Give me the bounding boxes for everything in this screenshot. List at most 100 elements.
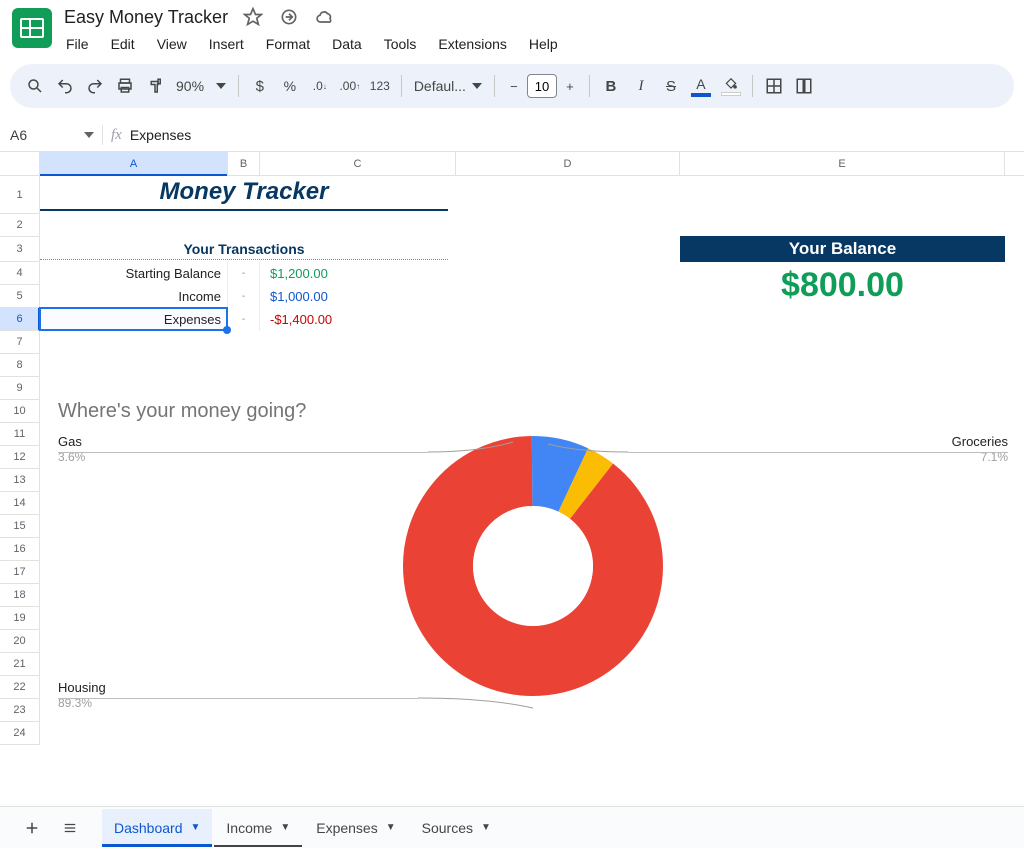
row-header[interactable]: 18: [0, 584, 40, 607]
percent-icon[interactable]: %: [275, 71, 305, 101]
italic-icon[interactable]: I: [626, 71, 656, 101]
move-icon[interactable]: [278, 6, 300, 28]
row-header[interactable]: 19: [0, 607, 40, 630]
menu-tools[interactable]: Tools: [374, 32, 427, 56]
balance-value: $800.00: [680, 266, 1005, 305]
chevron-down-icon[interactable]: ▼: [280, 822, 290, 833]
row-header[interactable]: 21: [0, 653, 40, 676]
transaction-label: Income: [40, 285, 228, 308]
menu-edit[interactable]: Edit: [101, 32, 145, 56]
currency-icon[interactable]: $: [245, 71, 275, 101]
row-header[interactable]: 3: [0, 237, 40, 262]
formula-input[interactable]: Expenses: [130, 127, 191, 143]
decrease-decimal-icon[interactable]: .0↓: [305, 71, 335, 101]
number-format-icon[interactable]: 123: [365, 71, 395, 101]
search-icon[interactable]: [20, 71, 50, 101]
transaction-label: Expenses: [40, 308, 228, 331]
print-icon[interactable]: [110, 71, 140, 101]
chevron-down-icon[interactable]: ▼: [386, 822, 396, 833]
chart-title: Where's your money going?: [58, 400, 306, 423]
merge-icon[interactable]: [789, 71, 819, 101]
all-sheets-icon[interactable]: [52, 810, 88, 846]
star-icon[interactable]: [242, 6, 264, 28]
donut-chart[interactable]: Gas3.6% Groceries7.1% Housing89.3%: [58, 426, 1008, 746]
balance-header: Your Balance: [680, 236, 1005, 262]
paint-format-icon[interactable]: [140, 71, 170, 101]
text-color-icon[interactable]: A: [686, 71, 716, 101]
row-header[interactable]: 8: [0, 354, 40, 377]
chevron-down-icon[interactable]: ▼: [481, 822, 491, 833]
column-header-c[interactable]: C: [260, 152, 456, 175]
menu-format[interactable]: Format: [256, 32, 320, 56]
tab-label: Income: [226, 820, 272, 836]
select-all-corner[interactable]: [0, 152, 40, 175]
row-header[interactable]: 4: [0, 262, 40, 285]
formula-bar-row: A6 fx Expenses: [0, 118, 1024, 152]
spreadsheet-grid[interactable]: A B C D E 123456789101112131415161718192…: [0, 152, 1024, 750]
font-family-select[interactable]: Defaul...: [408, 78, 488, 94]
tab-income[interactable]: Income ▼: [214, 809, 302, 847]
increase-decimal-icon[interactable]: .00↑: [335, 71, 365, 101]
add-sheet-icon[interactable]: [14, 810, 50, 846]
bold-icon[interactable]: B: [596, 71, 626, 101]
redo-icon[interactable]: [80, 71, 110, 101]
row-header[interactable]: 10: [0, 400, 40, 423]
fx-icon: fx: [103, 127, 130, 144]
chart-label-housing: Housing89.3%: [58, 680, 106, 710]
transaction-label: Starting Balance: [40, 262, 228, 285]
name-box[interactable]: A6: [0, 127, 102, 143]
row-header[interactable]: 16: [0, 538, 40, 561]
row-header[interactable]: 12: [0, 446, 40, 469]
sheet-tab-bar: Dashboard▼ Income ▼ Expenses▼ Sources▼: [0, 806, 1024, 848]
row-header[interactable]: 24: [0, 722, 40, 745]
tab-expenses[interactable]: Expenses▼: [304, 809, 407, 847]
row-header[interactable]: 15: [0, 515, 40, 538]
toolbar: 90% $ % .0↓ .00↑ 123 Defaul... − + B I S…: [10, 64, 1014, 108]
row-header[interactable]: 17: [0, 561, 40, 584]
undo-icon[interactable]: [50, 71, 80, 101]
row-header[interactable]: 9: [0, 377, 40, 400]
zoom-select[interactable]: 90%: [170, 78, 232, 94]
cloud-icon[interactable]: [314, 6, 336, 28]
chart-label-gas: Gas3.6%: [58, 434, 85, 464]
fill-color-icon[interactable]: [716, 71, 746, 101]
row-header[interactable]: 2: [0, 214, 40, 237]
tab-sources[interactable]: Sources▼: [410, 809, 503, 847]
menu-file[interactable]: File: [64, 32, 99, 56]
row-header[interactable]: 6: [0, 308, 40, 331]
column-header-d[interactable]: D: [456, 152, 680, 175]
menu-help[interactable]: Help: [519, 32, 568, 56]
font-family-value: Defaul...: [414, 78, 466, 94]
menu-insert[interactable]: Insert: [199, 32, 254, 56]
row-header[interactable]: 7: [0, 331, 40, 354]
menu-extensions[interactable]: Extensions: [428, 32, 516, 56]
font-size-input[interactable]: [527, 74, 557, 98]
column-header-b[interactable]: B: [228, 152, 260, 175]
borders-icon[interactable]: [759, 71, 789, 101]
row-header[interactable]: 1: [0, 176, 40, 214]
document-title[interactable]: Easy Money Tracker: [64, 7, 228, 28]
transaction-dash: -: [228, 285, 260, 308]
zoom-value: 90%: [176, 78, 204, 94]
transactions-header: Your Transactions: [40, 238, 448, 260]
column-header-e[interactable]: E: [680, 152, 1005, 175]
row-header[interactable]: 13: [0, 469, 40, 492]
row-header[interactable]: 11: [0, 423, 40, 446]
row-header[interactable]: 23: [0, 699, 40, 722]
chevron-down-icon[interactable]: ▼: [191, 822, 201, 833]
menu-data[interactable]: Data: [322, 32, 372, 56]
increase-font-icon[interactable]: +: [557, 73, 583, 99]
row-header[interactable]: 20: [0, 630, 40, 653]
menu-view[interactable]: View: [147, 32, 197, 56]
strikethrough-icon[interactable]: S: [656, 71, 686, 101]
transaction-value: $1,200.00: [260, 262, 448, 285]
transaction-value: -$1,400.00: [260, 308, 448, 331]
row-header[interactable]: 22: [0, 676, 40, 699]
row-header[interactable]: 5: [0, 285, 40, 308]
sheets-logo[interactable]: [12, 8, 52, 48]
decrease-font-icon[interactable]: −: [501, 73, 527, 99]
row-header[interactable]: 14: [0, 492, 40, 515]
transaction-value: $1,000.00: [260, 285, 448, 308]
column-header-a[interactable]: A: [40, 152, 228, 175]
tab-dashboard[interactable]: Dashboard▼: [102, 809, 212, 847]
